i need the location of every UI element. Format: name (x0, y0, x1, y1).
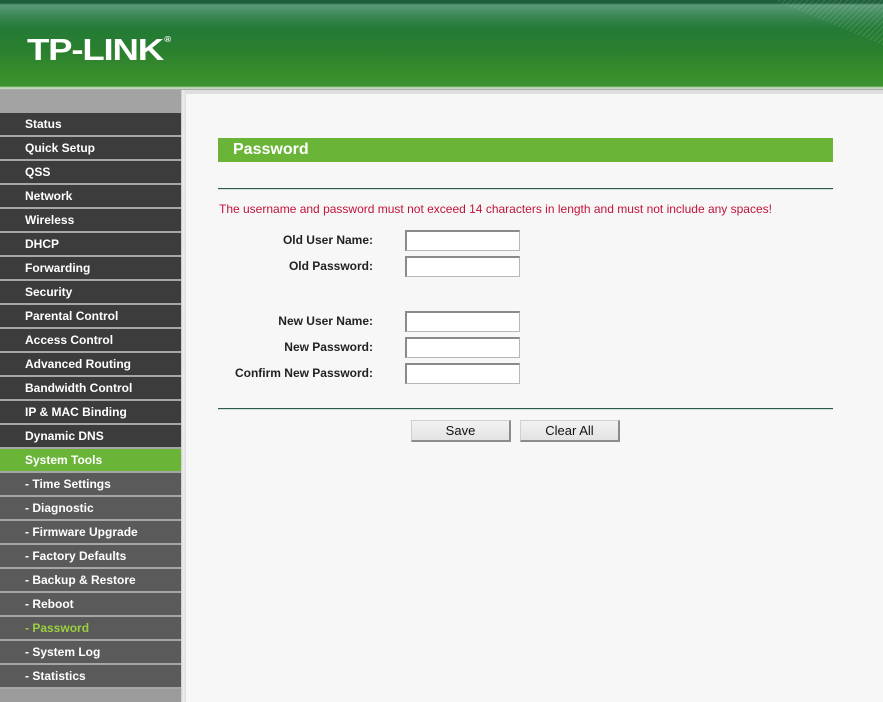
old-user-name-input[interactable] (405, 230, 520, 251)
clear-all-button[interactable]: Clear All (520, 420, 620, 442)
confirm-new-password-label: Confirm New Password: (234, 366, 373, 380)
nav-list: Status Quick Setup QSS Network Wireless DHCP F… (0, 113, 181, 689)
sidebar-item-backup-and-restore[interactable]: - Backup & Restore (0, 569, 181, 593)
warning-message: The username and password must not excee… (219, 202, 772, 216)
old-password-input[interactable] (405, 256, 520, 277)
sidebar-item-parental-control[interactable]: Parental Control (0, 305, 181, 329)
sidebar-item-advanced-routing[interactable]: Advanced Routing (0, 353, 181, 377)
old-password-label: Old Password: (288, 259, 373, 273)
new-password-label: New Password: (284, 340, 373, 354)
tp-link-logo: TP-LINK® (27, 32, 171, 67)
registered-mark: ® (164, 35, 171, 44)
old-user-name-label: Old User Name: (282, 233, 373, 247)
top-divider (218, 188, 833, 190)
confirm-new-password-row: Confirm New Password: (186, 363, 883, 385)
page-title: Password (218, 138, 833, 162)
sidebar-top-spacer (0, 90, 181, 113)
old-user-name-row: Old User Name: (186, 230, 883, 252)
sidebar-item-firmware-upgrade[interactable]: - Firmware Upgrade (0, 521, 181, 545)
sidebar-item-status[interactable]: Status (0, 113, 181, 137)
sidebar-item-bandwidth-control[interactable]: Bandwidth Control (0, 377, 181, 401)
sidebar-item-reboot[interactable]: - Reboot (0, 593, 181, 617)
sidebar-item-qss[interactable]: QSS (0, 161, 181, 185)
sidebar-item-ip-and-mac-binding[interactable]: IP & MAC Binding (0, 401, 181, 425)
sidebar-item-network[interactable]: Network (0, 185, 181, 209)
sidebar-item-time-settings[interactable]: - Time Settings (0, 473, 181, 497)
content-frame: Password The username and password must … (186, 90, 883, 702)
sidebar-item-system-log[interactable]: - System Log (0, 641, 181, 665)
sidebar-item-password[interactable]: - Password (0, 617, 181, 641)
bottom-divider (218, 408, 833, 410)
sidebar-menu: Status Quick Setup QSS Network Wireless DHCP F… (0, 90, 181, 702)
new-password-row: New Password: (186, 337, 883, 359)
sidebar-item-access-control[interactable]: Access Control (0, 329, 181, 353)
sidebar-item-dhcp[interactable]: DHCP (0, 233, 181, 257)
sidebar-item-forwarding[interactable]: Forwarding (0, 257, 181, 281)
save-button[interactable]: Save (411, 420, 511, 442)
sidebar-item-diagnostic[interactable]: - Diagnostic (0, 497, 181, 521)
new-user-name-row: New User Name: (186, 311, 883, 333)
sidebar-item-statistics[interactable]: - Statistics (0, 665, 181, 689)
new-password-input[interactable] (405, 337, 520, 358)
sidebar-item-dynamic-dns[interactable]: Dynamic DNS (0, 425, 181, 449)
confirm-new-password-input[interactable] (405, 363, 520, 384)
sidebar-item-security[interactable]: Security (0, 281, 181, 305)
sidebar-item-factory-defaults[interactable]: - Factory Defaults (0, 545, 181, 569)
header-decoration (773, 0, 883, 45)
sidebar-item-system-tools[interactable]: System Tools (0, 449, 181, 473)
new-user-name-label: New User Name: (278, 314, 373, 328)
sidebar-item-quick-setup[interactable]: Quick Setup (0, 137, 181, 161)
header-banner: TP-LINK® (0, 0, 883, 90)
sidebar-item-wireless[interactable]: Wireless (0, 209, 181, 233)
new-user-name-input[interactable] (405, 311, 520, 332)
old-password-row: Old Password: (186, 256, 883, 278)
